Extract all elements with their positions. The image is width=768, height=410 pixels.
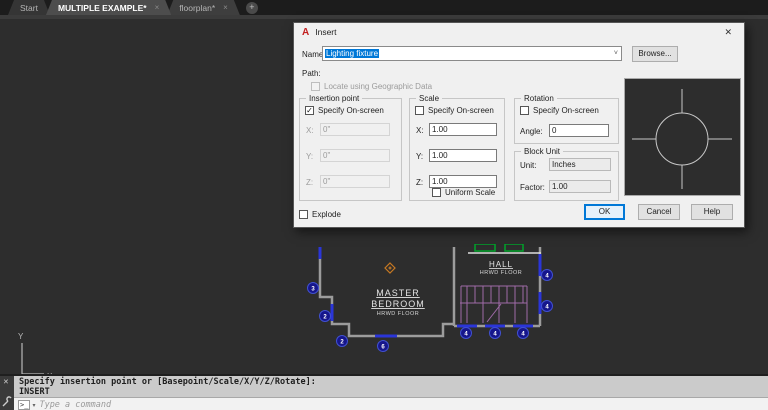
- toolbar-strip: [0, 15, 768, 19]
- tab-start[interactable]: Start: [8, 0, 50, 15]
- tab-multiple-example[interactable]: MULTIPLE EXAMPLE* ×: [46, 0, 171, 15]
- angle-field[interactable]: [549, 124, 609, 137]
- checkbox-icon[interactable]: [415, 106, 424, 115]
- dimension-bubbles: 3 2 2 6 4 4 4 4 4: [308, 270, 553, 352]
- help-button[interactable]: Help: [691, 204, 733, 220]
- explode-checkbox[interactable]: Explode: [299, 210, 341, 219]
- stairs: [460, 286, 527, 323]
- ok-button[interactable]: OK: [584, 204, 625, 220]
- scale-z-field[interactable]: [429, 175, 497, 188]
- insertion-point-group: Insertion point ✓ Specify On-screen X: Y…: [299, 98, 402, 201]
- scale-x-label: X:: [416, 126, 424, 135]
- geographic-data-label: Locate using Geographic Data: [324, 82, 432, 91]
- scale-z-label: Z:: [416, 178, 423, 187]
- chevron-down-icon[interactable]: ▾: [32, 402, 35, 409]
- scale-y-field[interactable]: [429, 149, 497, 162]
- explode-label: Explode: [312, 210, 341, 219]
- factor-field: [549, 180, 611, 193]
- file-tab-bar: Start MULTIPLE EXAMPLE* × floorplan* × +: [0, 0, 768, 15]
- checkbox-icon: [311, 82, 320, 91]
- insertion-x-field: [320, 123, 390, 136]
- command-history-line2: INSERT: [19, 387, 50, 397]
- insertion-specify-checkbox[interactable]: ✓ Specify On-screen: [305, 106, 384, 115]
- tab-start-label: Start: [20, 3, 38, 13]
- wrench-icon[interactable]: [1, 396, 13, 408]
- autocad-logo-icon: A: [302, 27, 309, 38]
- scale-y-label: Y:: [416, 152, 423, 161]
- tab-floorplan-label: floorplan*: [179, 3, 215, 13]
- factor-label: Factor:: [520, 183, 545, 192]
- insertion-z-label: Z:: [306, 178, 313, 187]
- path-label: Path:: [302, 69, 321, 78]
- checkbox-icon[interactable]: [432, 188, 441, 197]
- bath-fixture: [505, 244, 523, 251]
- browse-button[interactable]: Browse...: [632, 46, 678, 62]
- command-history-line1: Specify insertion point or [Basepoint/Sc…: [19, 377, 316, 387]
- insertion-specify-label: Specify On-screen: [318, 106, 384, 115]
- insertion-y-label: Y:: [306, 152, 313, 161]
- command-panel: ✕ Specify insertion point or [Basepoint/…: [0, 374, 768, 410]
- master-label-2: BEDROOM: [371, 299, 425, 309]
- rotation-legend: Rotation: [521, 94, 557, 103]
- bath-fixture: [475, 244, 495, 251]
- dialog-titlebar[interactable]: A Insert ✕: [294, 23, 744, 41]
- insertion-x-label: X:: [306, 126, 314, 135]
- checkbox-checked-icon[interactable]: ✓: [305, 106, 314, 115]
- cancel-button[interactable]: Cancel: [638, 204, 680, 220]
- lighting-fixture-preview-icon: [625, 79, 740, 195]
- block-unit-group: Block Unit Unit: Factor:: [514, 151, 619, 201]
- uniform-scale-label: Uniform Scale: [445, 188, 495, 197]
- uniform-scale-checkbox[interactable]: Uniform Scale: [432, 188, 495, 197]
- geographic-data-checkbox: Locate using Geographic Data: [311, 82, 432, 91]
- command-history: Specify insertion point or [Basepoint/Sc…: [14, 376, 768, 397]
- checkbox-icon[interactable]: [299, 210, 308, 219]
- autocad-window: Start MULTIPLE EXAMPLE* × floorplan* × +: [0, 0, 768, 410]
- rotation-group: Rotation Specify On-screen Angle:: [514, 98, 619, 144]
- insertion-z-field: [320, 175, 390, 188]
- scale-specify-label: Specify On-screen: [428, 106, 494, 115]
- floor-plan: MASTER BEDROOM HRWD FLOOR HALL HRWD FLOO…: [295, 244, 561, 356]
- block-preview: [624, 78, 741, 196]
- insertion-point-legend: Insertion point: [306, 94, 362, 103]
- scale-x-field[interactable]: [429, 123, 497, 136]
- angle-label: Angle:: [520, 127, 543, 136]
- new-tab-button[interactable]: +: [246, 2, 258, 14]
- command-input-row[interactable]: >_ ▾ Type a command: [14, 397, 768, 410]
- scale-specify-checkbox[interactable]: Specify On-screen: [415, 106, 494, 115]
- ucs-y-label: Y: [18, 332, 24, 341]
- dialog-close-icon[interactable]: ✕: [720, 26, 736, 39]
- command-side-strip: ✕: [0, 376, 14, 410]
- insert-dialog: A Insert ✕ Name: Lighting fixture ˅ Brow…: [293, 22, 745, 228]
- unit-field: [549, 158, 611, 171]
- prompt-icon: >_: [18, 400, 30, 410]
- insertion-y-field: [320, 149, 390, 162]
- checkbox-icon[interactable]: [520, 106, 529, 115]
- hall-label: HALL: [489, 260, 513, 269]
- hall-floor-label: HRWD FLOOR: [480, 270, 522, 276]
- insert-marker-icon: [385, 263, 395, 273]
- chevron-down-icon[interactable]: ˅: [614, 50, 619, 57]
- master-label-1: MASTER: [376, 288, 420, 298]
- tab-close-icon[interactable]: ×: [155, 3, 160, 12]
- master-floor-label: HRWD FLOOR: [377, 311, 419, 317]
- scale-group: Scale Specify On-screen X: Y: Z: Uniform…: [409, 98, 505, 201]
- name-value: Lighting fixture: [325, 49, 379, 58]
- rotation-specify-checkbox[interactable]: Specify On-screen: [520, 106, 599, 115]
- tab-close-icon[interactable]: ×: [223, 3, 228, 12]
- close-icon[interactable]: ✕: [3, 378, 9, 386]
- dialog-title: Insert: [315, 27, 336, 37]
- tab-floorplan[interactable]: floorplan* ×: [167, 0, 240, 15]
- unit-label: Unit:: [520, 161, 536, 170]
- name-combobox[interactable]: Lighting fixture ˅: [322, 46, 622, 61]
- rotation-specify-label: Specify On-screen: [533, 106, 599, 115]
- command-input-placeholder[interactable]: Type a command: [39, 400, 111, 410]
- tab-multiple-example-label: MULTIPLE EXAMPLE*: [58, 3, 147, 13]
- block-unit-legend: Block Unit: [521, 147, 563, 156]
- scale-legend: Scale: [416, 94, 442, 103]
